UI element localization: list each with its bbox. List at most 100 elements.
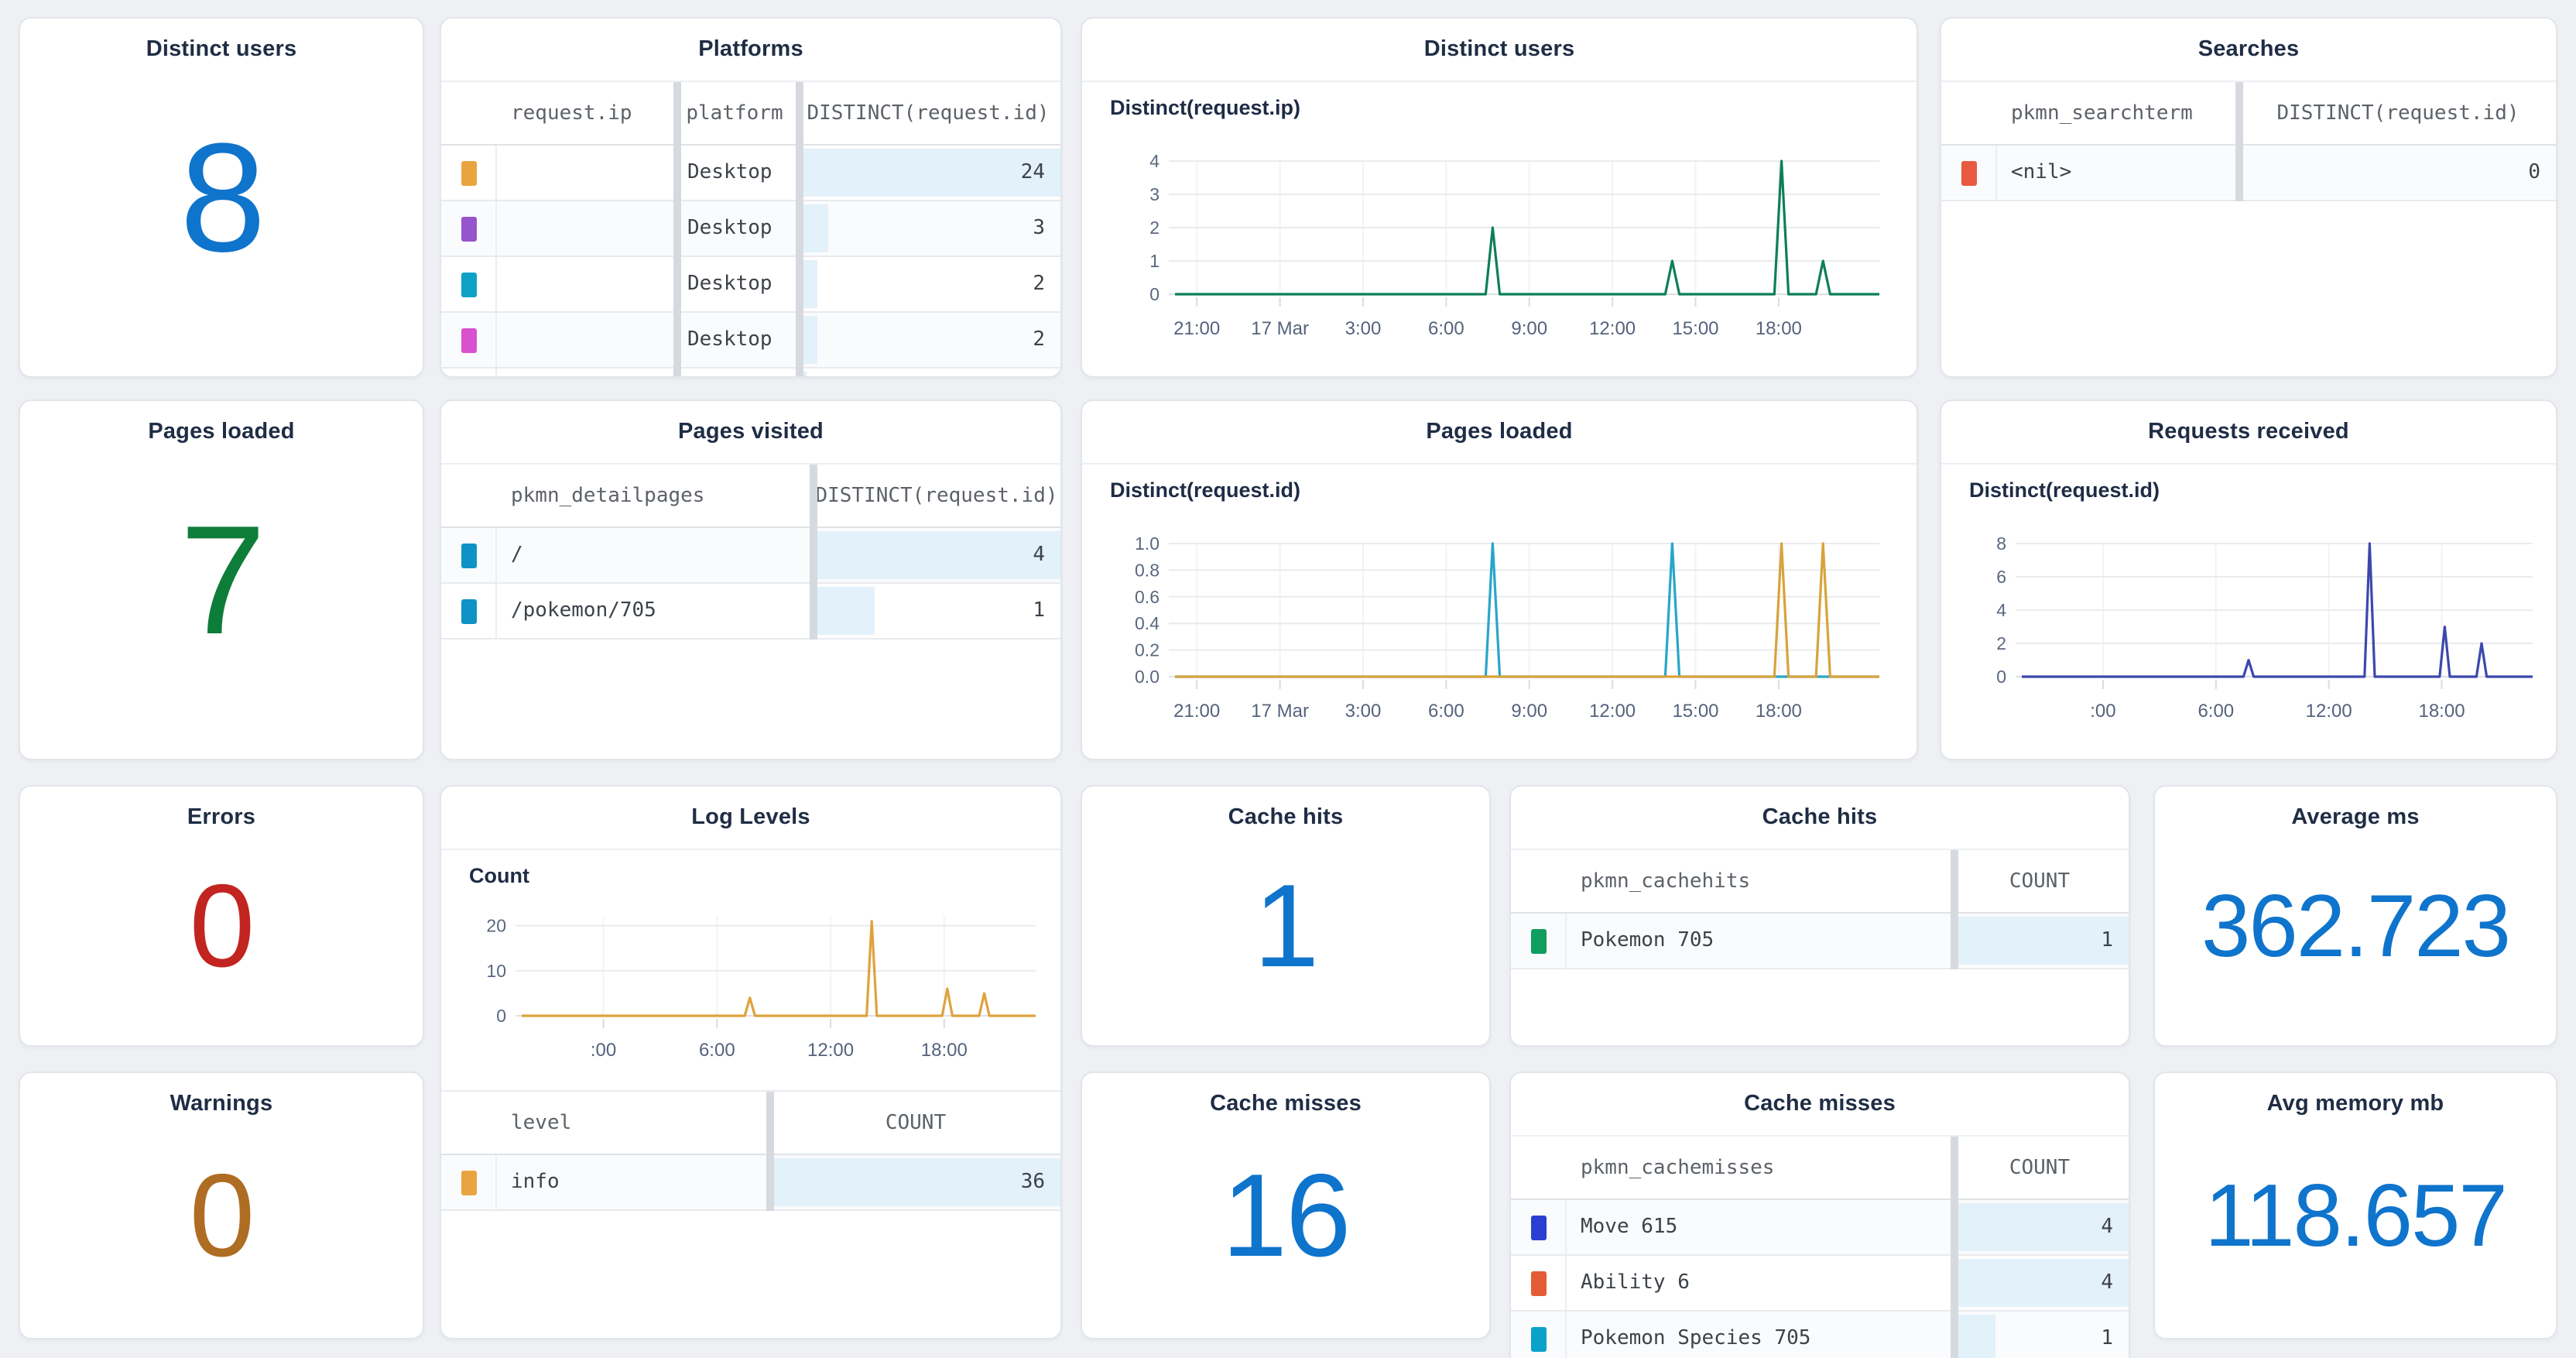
column-divider[interactable]	[1951, 850, 1958, 969]
svg-text::00: :00	[591, 1040, 616, 1061]
svg-text:15:00: 15:00	[1672, 318, 1718, 339]
panel-title[interactable]: Requests received	[1941, 401, 2556, 463]
row-value: 1	[796, 369, 1060, 378]
row-value: 1	[1951, 914, 2129, 968]
panel-title[interactable]: Distinct users	[1082, 19, 1917, 81]
row-value: 1	[813, 584, 1060, 638]
distinct-users-line-chart[interactable]: 21:0017 Mar3:006:009:0012:0015:0018:0001…	[1098, 146, 1903, 362]
stat-value-distinct-users: 8	[20, 120, 423, 275]
row-value: 4	[813, 528, 1060, 582]
panel-title[interactable]: Platforms	[441, 19, 1060, 81]
series-color-swatch	[1530, 928, 1546, 953]
panel-title[interactable]: Cache hits	[1082, 787, 1489, 849]
panel-title[interactable]: Pages loaded	[20, 401, 423, 463]
svg-text:0.8: 0.8	[1135, 560, 1160, 580]
cache-hits-table: pkmn_cachehitsCOUNTPokemon 7051	[1511, 850, 2129, 969]
svg-text::00: :00	[2090, 701, 2115, 722]
row-value: 4	[1951, 1256, 2129, 1310]
series-label: Distinct(request.ip)	[1110, 96, 1300, 119]
table-row: /pokemon/7051	[441, 584, 1060, 640]
row-value: 2	[796, 257, 1060, 311]
table-header: levelCOUNT	[441, 1092, 1060, 1155]
column-divider[interactable]	[1951, 1137, 1958, 1358]
svg-text:12:00: 12:00	[807, 1040, 854, 1061]
table-row: Desktop3	[441, 201, 1060, 257]
series-color-swatch	[1961, 160, 1976, 185]
panel-title[interactable]: Log Levels	[441, 787, 1060, 849]
panel-pages-loaded-stat: Pages loaded 7	[19, 400, 424, 760]
svg-text:4: 4	[1149, 151, 1160, 171]
panel-cache-hits-stat: Cache hits 1	[1081, 785, 1491, 1047]
svg-text:21:00: 21:00	[1173, 701, 1220, 722]
panel-avg-memory: Avg memory mb 118.657	[2153, 1072, 2557, 1339]
platforms-table: request.ipplatformDISTINCT(request.id)De…	[441, 82, 1060, 378]
series-color-swatch	[461, 543, 476, 568]
svg-text:2: 2	[1996, 633, 2006, 653]
table-header: pkmn_cachehitsCOUNT	[1511, 850, 2129, 914]
column-divider[interactable]	[810, 465, 817, 640]
pages-loaded-line-chart[interactable]: 21:0017 Mar3:006:009:0012:0015:0018:000.…	[1098, 528, 1903, 745]
panel-title[interactable]: Errors	[20, 787, 423, 849]
pages-visited-table: pkmn_detailpagesDISTINCT(request.id)/4/p…	[441, 465, 1060, 640]
value-bar	[813, 531, 1060, 579]
svg-text:6: 6	[1996, 567, 2006, 587]
svg-text:2: 2	[1149, 218, 1160, 238]
panel-title[interactable]: Searches	[1941, 19, 2556, 81]
table-row: Desktop2	[441, 313, 1060, 369]
table-header: pkmn_cachemissesCOUNT	[1511, 1137, 2129, 1200]
panel-title[interactable]: Pages visited	[441, 401, 1060, 463]
row-label	[497, 201, 673, 255]
row-value: 4	[1951, 1200, 2129, 1254]
stat-value-average-ms: 362.723	[2155, 883, 2556, 971]
svg-text:0.4: 0.4	[1135, 613, 1160, 633]
value-bar	[813, 587, 875, 635]
stat-value-pages-loaded: 7	[20, 502, 423, 657]
panel-title[interactable]: Pages loaded	[1082, 401, 1917, 463]
svg-text:20: 20	[486, 916, 506, 936]
row-value: 2	[796, 313, 1060, 367]
series-color-swatch	[1530, 1271, 1546, 1295]
series-label: Distinct(request.id)	[1969, 478, 2160, 502]
column-header: COUNT	[771, 1092, 1060, 1154]
svg-text:0.6: 0.6	[1135, 587, 1160, 607]
series-color-swatch	[1530, 1326, 1546, 1351]
table-header: request.ipplatformDISTINCT(request.id)	[441, 82, 1060, 146]
svg-text:1: 1	[1149, 251, 1160, 271]
panel-warnings: Warnings 0	[19, 1072, 424, 1339]
panel-title[interactable]: Avg memory mb	[2155, 1073, 2556, 1135]
table-row: <nil>0	[1941, 146, 2556, 201]
panel-title[interactable]: Average ms	[2155, 787, 2556, 849]
row-value: 24	[796, 146, 1060, 200]
panel-pages-visited: Pages visited pkmn_detailpagesDISTINCT(r…	[440, 400, 1062, 760]
panel-title[interactable]: Cache hits	[1511, 787, 2129, 849]
svg-text:12:00: 12:00	[1589, 318, 1636, 339]
svg-text:6:00: 6:00	[2197, 701, 2234, 722]
panel-title[interactable]: Cache misses	[1511, 1073, 2129, 1135]
column-divider[interactable]	[796, 82, 803, 378]
svg-text:18:00: 18:00	[1756, 318, 1802, 339]
row-label: Desktop	[673, 146, 796, 200]
column-header: pkmn_cachemisses	[1567, 1137, 1951, 1199]
svg-text:12:00: 12:00	[1589, 701, 1636, 722]
column-divider[interactable]	[2235, 82, 2243, 201]
log-levels-line-chart[interactable]: :006:0012:0018:0001020	[454, 904, 1051, 1087]
panel-title[interactable]: Cache misses	[1082, 1073, 1489, 1135]
column-header: DISTINCT(request.id)	[813, 465, 1060, 526]
svg-text:21:00: 21:00	[1173, 318, 1220, 339]
row-label	[497, 257, 673, 311]
panel-title[interactable]: Distinct users	[20, 19, 423, 81]
series-color-swatch	[461, 160, 476, 185]
divider	[441, 849, 1060, 850]
column-divider[interactable]	[766, 1092, 774, 1211]
column-header: DISTINCT(request.id)	[2240, 82, 2556, 144]
panel-errors: Errors 0	[19, 785, 424, 1047]
column-header: pkmn_detailpages	[497, 465, 813, 526]
row-value: 36	[771, 1155, 1060, 1209]
column-divider[interactable]	[673, 82, 681, 378]
svg-text:6:00: 6:00	[1428, 701, 1464, 722]
column-header: level	[497, 1092, 771, 1154]
series-label: Count	[469, 864, 529, 887]
table-header: pkmn_detailpagesDISTINCT(request.id)	[441, 465, 1060, 528]
requests-received-line-chart[interactable]: :006:0012:0018:0002468	[1954, 528, 2548, 745]
panel-title[interactable]: Warnings	[20, 1073, 423, 1135]
